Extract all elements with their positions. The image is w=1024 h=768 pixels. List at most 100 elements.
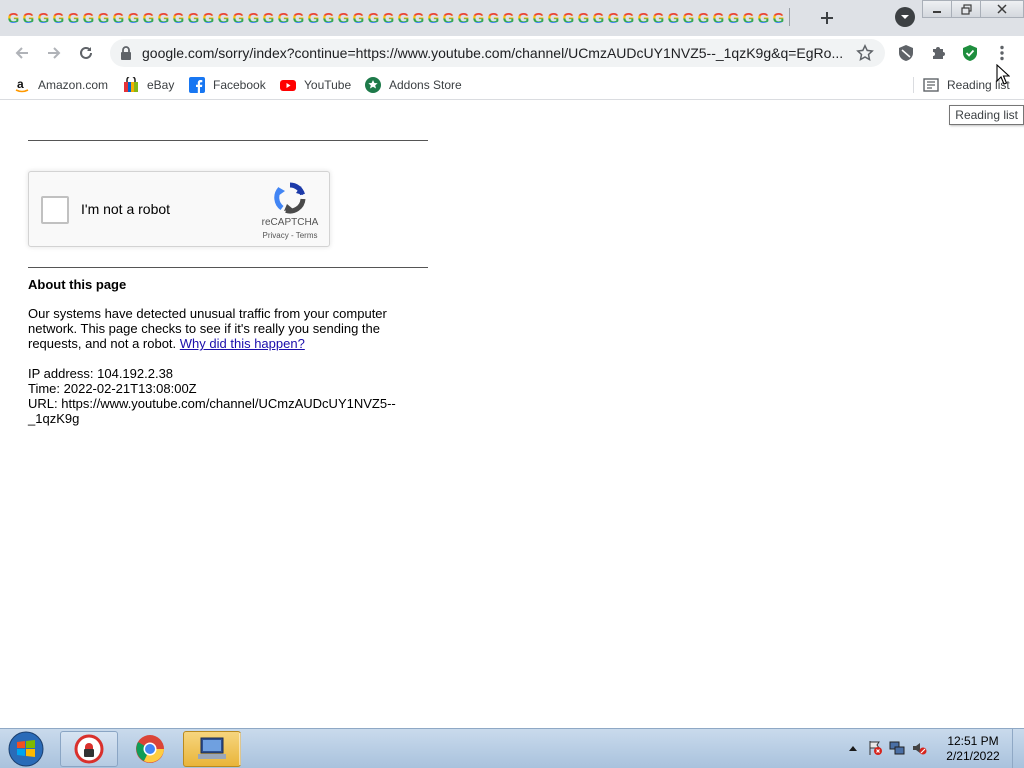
show-hidden-icons-button[interactable] [842, 737, 864, 759]
taskbar-clock[interactable]: 12:51 PM 2/21/2022 [940, 734, 1006, 764]
recaptcha-terms-link[interactable]: Terms [296, 231, 318, 240]
browser-tab[interactable]: G [591, 5, 606, 31]
browser-tab[interactable]: G [516, 5, 531, 31]
browser-tab[interactable]: G [561, 5, 576, 31]
browser-tab[interactable]: G [126, 5, 141, 31]
bookmark-label: Amazon.com [38, 78, 109, 92]
browser-tab[interactable]: G [531, 5, 546, 31]
browser-tab[interactable]: G [756, 5, 771, 31]
address-bar[interactable]: google.com/sorry/index?continue=https://… [110, 39, 885, 67]
browser-tab[interactable]: G [411, 5, 426, 31]
tab-search-button[interactable] [895, 7, 915, 27]
browser-tab[interactable]: G [51, 5, 66, 31]
browser-tab[interactable]: G [186, 5, 201, 31]
recaptcha-privacy-link[interactable]: Privacy [263, 231, 289, 240]
reload-button[interactable] [73, 40, 99, 66]
security-app-icon [74, 734, 104, 764]
restore-button[interactable] [951, 0, 981, 18]
browser-tab[interactable]: G [396, 5, 411, 31]
browser-tab[interactable]: G [201, 5, 216, 31]
taskbar-app-security[interactable] [60, 731, 118, 767]
show-desktop-button[interactable] [1012, 729, 1024, 768]
back-button[interactable] [9, 40, 35, 66]
adblock-extension-icon [899, 45, 913, 61]
browser-tab[interactable]: G [366, 5, 381, 31]
browser-tab[interactable]: G [96, 5, 111, 31]
browser-tab[interactable]: G [576, 5, 591, 31]
browser-tab[interactable]: G [546, 5, 561, 31]
start-button[interactable] [4, 730, 48, 768]
browser-tab[interactable]: G [141, 5, 156, 31]
browser-tab[interactable]: G [321, 5, 336, 31]
browser-tab[interactable]: G [771, 5, 786, 31]
why-link[interactable]: Why did this happen? [180, 336, 305, 351]
browser-tab[interactable]: G [696, 5, 711, 31]
browser-tab[interactable]: G [306, 5, 321, 31]
browser-tab[interactable]: G [726, 5, 741, 31]
browser-tab[interactable]: G [66, 5, 81, 31]
browser-tab[interactable]: G [381, 5, 396, 31]
extensions-button[interactable] [925, 40, 951, 66]
browser-tab[interactable]: G [501, 5, 516, 31]
adblock-extension-button[interactable] [893, 40, 919, 66]
browser-menu-button[interactable] [989, 40, 1015, 66]
bookmark-amazon[interactable]: a Amazon.com [14, 75, 108, 95]
browser-tab[interactable]: G [681, 5, 696, 31]
browser-tab[interactable]: G [351, 5, 366, 31]
remote-desktop-icon [198, 737, 226, 759]
browser-tab[interactable]: G [336, 5, 351, 31]
browser-tab[interactable]: G [171, 5, 186, 31]
browser-tab[interactable]: G [261, 5, 276, 31]
browser-tab[interactable]: G [711, 5, 726, 31]
action-center-button[interactable] [864, 737, 886, 759]
browser-tab[interactable]: G [156, 5, 171, 31]
lock-icon[interactable] [120, 46, 132, 60]
browser-tab[interactable]: G [216, 5, 231, 31]
browser-tab[interactable]: G [471, 5, 486, 31]
browser-tab[interactable]: G [111, 5, 126, 31]
google-favicon-icon: G [442, 9, 455, 27]
bookmark-star-icon[interactable] [856, 44, 874, 62]
browser-tab[interactable]: G [486, 5, 501, 31]
browser-tab[interactable]: G [291, 5, 306, 31]
browser-tab[interactable]: G [741, 5, 756, 31]
bookmark-addons-store[interactable]: Addons Store [365, 75, 462, 95]
minimize-button[interactable] [922, 0, 952, 18]
bookmark-youtube[interactable]: YouTube [280, 75, 351, 95]
volume-button[interactable] [908, 737, 930, 759]
bookmark-facebook[interactable]: Facebook [189, 75, 266, 95]
chrome-icon [136, 735, 164, 763]
browser-tab[interactable]: G [246, 5, 261, 31]
time-stamp: Time: 2022-02-21T13:08:00Z [28, 381, 197, 396]
network-button[interactable] [886, 737, 908, 759]
browser-tab[interactable]: G [621, 5, 636, 31]
browser-tab[interactable]: G [36, 5, 51, 31]
browser-tab[interactable]: G [6, 5, 21, 31]
recaptcha-checkbox[interactable] [41, 196, 69, 224]
google-favicon-icon: G [532, 9, 545, 27]
recaptcha-label[interactable]: I'm not a robot [81, 201, 170, 217]
google-favicon-icon: G [262, 9, 275, 27]
browser-tab[interactable]: G [21, 5, 36, 31]
url-text[interactable]: google.com/sorry/index?continue=https://… [142, 45, 847, 61]
browser-tab[interactable]: G [636, 5, 651, 31]
browser-tab[interactable]: G [651, 5, 666, 31]
google-favicon-icon: G [232, 9, 245, 27]
browser-tab[interactable]: G [441, 5, 456, 31]
taskbar-app-remote-desktop[interactable] [183, 731, 241, 767]
browser-tab[interactable]: G [231, 5, 246, 31]
browser-tab[interactable]: G [276, 5, 291, 31]
browser-tab[interactable]: G [426, 5, 441, 31]
google-favicon-icon: G [427, 9, 440, 27]
browser-tab[interactable]: G [666, 5, 681, 31]
close-window-button[interactable] [980, 0, 1024, 18]
browser-tab[interactable]: G [81, 5, 96, 31]
forward-button[interactable] [41, 40, 67, 66]
browser-tab[interactable]: G [456, 5, 471, 31]
bookmark-ebay[interactable]: eBay [123, 75, 174, 95]
new-tab-button[interactable] [814, 5, 840, 31]
shield-extension-button[interactable] [957, 40, 983, 66]
google-favicon-icon: G [607, 9, 620, 27]
taskbar-app-chrome[interactable] [121, 731, 179, 767]
browser-tab[interactable]: G [606, 5, 621, 31]
